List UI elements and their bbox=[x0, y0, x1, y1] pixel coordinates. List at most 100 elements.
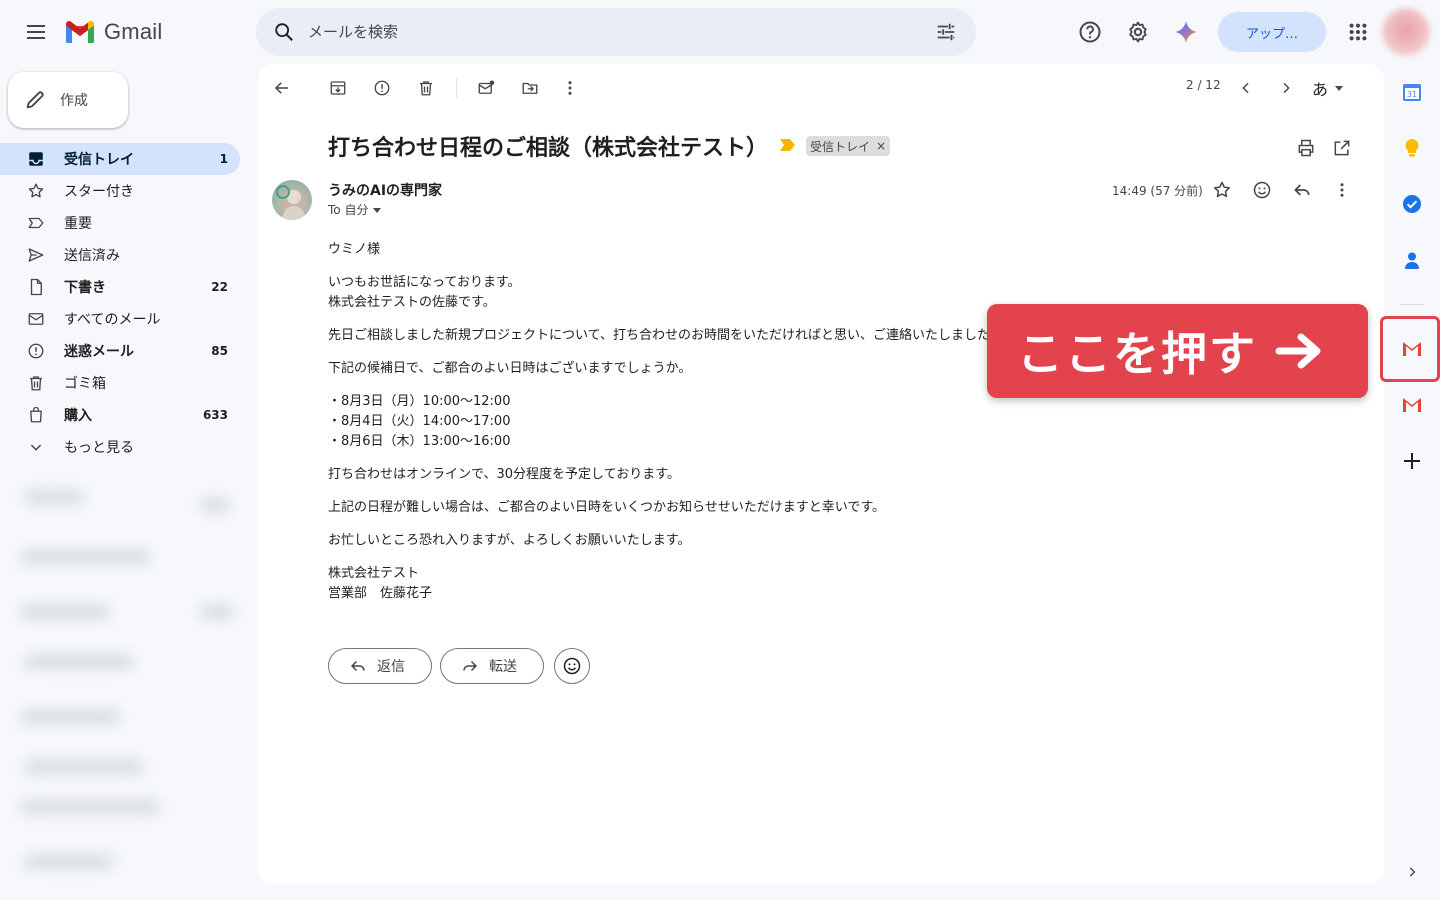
body-line: 打ち合わせはオンラインで、30分程度を予定しております。 bbox=[328, 467, 680, 482]
sidebar-item-spam[interactable]: 迷惑メール 85 bbox=[0, 335, 240, 367]
search-icon[interactable] bbox=[260, 8, 308, 56]
highlight-box bbox=[1380, 316, 1440, 382]
reply-icon-button[interactable] bbox=[1286, 174, 1318, 206]
settings-button[interactable] bbox=[1118, 12, 1158, 52]
sidebar-item-sent[interactable]: 送信済み bbox=[0, 239, 240, 271]
toolbar-divider bbox=[456, 78, 457, 98]
star-button[interactable] bbox=[1206, 174, 1238, 206]
add-reaction-button[interactable] bbox=[1246, 174, 1278, 206]
caret-down-icon bbox=[1335, 86, 1344, 91]
compose-button[interactable]: 作成 bbox=[8, 72, 128, 128]
input-tools-button[interactable]: あ bbox=[1312, 74, 1344, 102]
print-button[interactable] bbox=[1290, 132, 1322, 164]
sidebar-item-drafts[interactable]: 下書き 22 bbox=[0, 271, 240, 303]
instruction-callout: ここを押す bbox=[987, 304, 1368, 398]
recipient-details[interactable]: To 自分 bbox=[328, 201, 382, 218]
google-apps-button[interactable] bbox=[1338, 12, 1378, 52]
recipient-label: To 自分 bbox=[328, 203, 369, 217]
gemini-sparkle-icon bbox=[1175, 21, 1197, 43]
sidebar-item-inbox[interactable]: 受信トレイ 1 bbox=[0, 143, 240, 175]
contacts-button[interactable] bbox=[1398, 246, 1426, 274]
important-icon bbox=[26, 213, 46, 233]
search-options-button[interactable] bbox=[922, 8, 970, 56]
sidebar-item-more[interactable]: もっと見る bbox=[0, 431, 240, 463]
sidebar-item-count: 85 bbox=[211, 344, 228, 358]
main-menu-button[interactable] bbox=[16, 12, 56, 52]
sidebar-item-all-mail[interactable]: すべてのメール bbox=[0, 303, 240, 335]
open-in-new-icon bbox=[1334, 140, 1350, 156]
chevron-right-icon bbox=[1283, 82, 1290, 94]
sidebar-item-label: 迷惑メール bbox=[64, 344, 134, 360]
report-spam-button[interactable] bbox=[366, 72, 398, 104]
side-panel: 31 bbox=[1384, 64, 1440, 900]
remove-label-button[interactable]: × bbox=[876, 139, 886, 153]
sidebar-item-count: 1 bbox=[219, 152, 228, 166]
message-more-button[interactable] bbox=[1326, 174, 1358, 206]
sender-name[interactable]: うみのAIの専門家 bbox=[328, 180, 442, 200]
newer-button[interactable] bbox=[1230, 72, 1262, 104]
plus-icon bbox=[1404, 453, 1420, 469]
archive-button[interactable] bbox=[322, 72, 354, 104]
gemini-button[interactable] bbox=[1166, 12, 1206, 52]
hamburger-icon bbox=[27, 25, 45, 39]
report-spam-icon bbox=[374, 80, 390, 96]
date-option: ・8月3日（月）10:00〜12:00 bbox=[328, 394, 511, 409]
search-input[interactable] bbox=[308, 8, 922, 56]
back-button[interactable] bbox=[266, 72, 298, 104]
keep-bulb-icon bbox=[1405, 139, 1419, 157]
gmail-addon-2-button[interactable] bbox=[1398, 391, 1426, 419]
older-button[interactable] bbox=[1270, 72, 1302, 104]
svg-text:31: 31 bbox=[1407, 90, 1417, 99]
emoji-reaction-button[interactable] bbox=[554, 648, 590, 684]
tasks-button[interactable] bbox=[1398, 190, 1426, 218]
account-avatar[interactable] bbox=[1382, 8, 1430, 56]
sidebar-item-label: ゴミ箱 bbox=[64, 376, 106, 392]
calendar-icon: 31 bbox=[1403, 84, 1421, 101]
sidebar-item-starred[interactable]: スター付き bbox=[0, 175, 240, 207]
forward-button[interactable]: 転送 bbox=[440, 648, 544, 684]
upgrade-button[interactable]: アップ… bbox=[1218, 12, 1326, 52]
chevron-left-icon bbox=[1242, 82, 1249, 94]
important-marker-icon[interactable] bbox=[780, 138, 796, 152]
move-to-button[interactable] bbox=[514, 72, 546, 104]
signature-line: 株式会社テスト bbox=[328, 566, 420, 581]
mark-unread-button[interactable] bbox=[470, 72, 502, 104]
inbox-label-chip: 受信トレイ × bbox=[806, 136, 891, 156]
calendar-button[interactable]: 31 bbox=[1398, 78, 1426, 106]
send-icon bbox=[26, 245, 46, 265]
arrow-left-icon bbox=[274, 82, 288, 94]
sidebar-item-trash[interactable]: ゴミ箱 bbox=[0, 367, 240, 399]
reply-button[interactable]: 返信 bbox=[328, 648, 432, 684]
delete-button[interactable] bbox=[410, 72, 442, 104]
chevron-right-icon bbox=[1409, 867, 1416, 877]
chevron-down-icon bbox=[26, 437, 46, 457]
sidebar-item-label: すべてのメール bbox=[64, 312, 161, 328]
sidebar-item-count: 633 bbox=[202, 408, 228, 422]
keep-button[interactable] bbox=[1398, 134, 1426, 162]
caret-down-icon bbox=[373, 207, 382, 213]
sender-avatar[interactable] bbox=[272, 180, 312, 220]
sidebar-item-important[interactable]: 重要 bbox=[0, 207, 240, 239]
signature-line: 営業部 佐藤花子 bbox=[328, 586, 433, 601]
gmail-m-icon bbox=[66, 21, 94, 43]
sidebar-item-label: 受信トレイ bbox=[64, 152, 134, 168]
print-icon bbox=[1298, 139, 1314, 157]
get-addons-button[interactable] bbox=[1398, 447, 1426, 475]
search-bar[interactable] bbox=[256, 8, 976, 56]
arrow-right-icon bbox=[1275, 331, 1327, 371]
sender-photo-icon bbox=[276, 185, 306, 220]
open-new-window-button[interactable] bbox=[1326, 132, 1358, 164]
body-line: 株式会社テストの佐藤です。 bbox=[328, 295, 496, 310]
expand-side-panel-button[interactable] bbox=[1400, 860, 1424, 884]
sidebar-item-label: 重要 bbox=[64, 216, 92, 232]
gmail-logo[interactable]: Gmail bbox=[64, 16, 162, 48]
sidebar-item-label: スター付き bbox=[64, 184, 134, 200]
blurred-labels-area bbox=[0, 470, 258, 900]
help-button[interactable] bbox=[1070, 12, 1110, 52]
date-option: ・8月6日（木）13:00〜16:00 bbox=[328, 434, 511, 449]
sidebar-item-purchases[interactable]: 購入 633 bbox=[0, 399, 240, 431]
all-mail-icon bbox=[26, 309, 46, 329]
reply-icon bbox=[1294, 184, 1310, 196]
more-options-button[interactable] bbox=[554, 72, 586, 104]
compose-label: 作成 bbox=[60, 93, 88, 109]
